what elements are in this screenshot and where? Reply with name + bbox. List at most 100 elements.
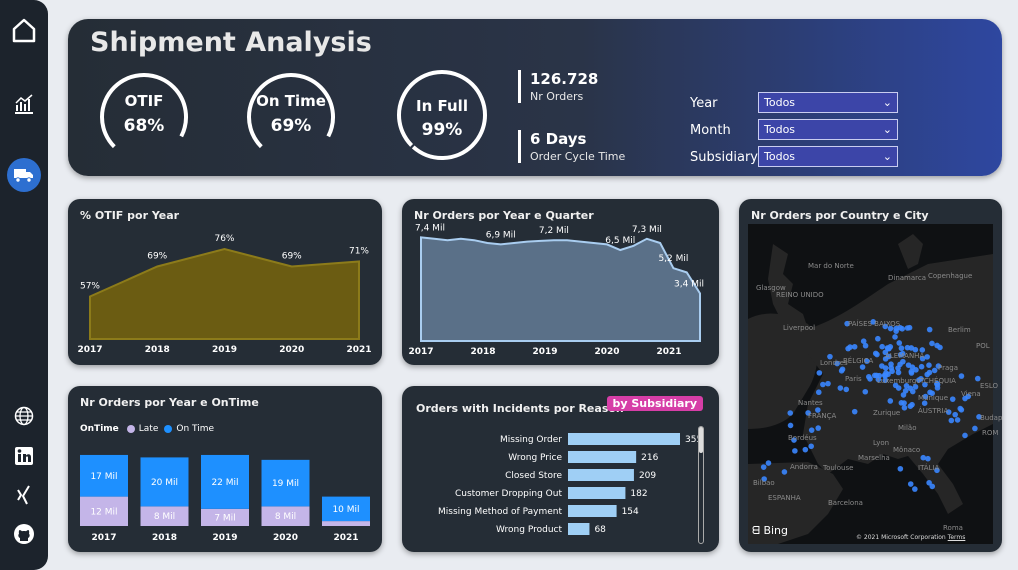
orders-quarter-data-label: 6,5 Mil	[605, 236, 635, 246]
bar-late-label: 8 Mil	[154, 512, 175, 522]
incident-bar	[568, 505, 617, 517]
otif-data-label: 71%	[349, 247, 369, 257]
map-label: Bordéus	[788, 434, 817, 442]
otif-area	[89, 247, 360, 340]
github-icon[interactable]	[8, 518, 40, 550]
truck-icon[interactable]	[7, 158, 41, 192]
home-icon[interactable]	[8, 14, 40, 46]
map-label: POL	[976, 342, 990, 350]
incident-reason-label: Missing Order	[500, 435, 562, 445]
incident-reason-label: Wrong Price	[508, 453, 562, 463]
map-label: Liverpool	[783, 324, 816, 332]
orders-ontime-chart: 12 Mil 17 Mil 2017 8 Mil 20 Mil 2018 7 Mil 22 M…	[80, 454, 370, 543]
orders-quarter-card: Nr Orders por Year e Quarter 7,4 Mil 6,9 …	[402, 199, 719, 365]
map-label: TCHÉQUIA	[920, 377, 956, 385]
orders-quarter-data-label: 3,4 Mil	[674, 279, 704, 289]
map-label: Praga	[938, 364, 958, 372]
side-nav	[0, 0, 48, 570]
otif-x-tick: 2017	[77, 345, 102, 355]
kpi-infull-gauge	[397, 70, 487, 160]
chart-icon[interactable]	[8, 88, 40, 120]
bar-late-label: 7 Mil	[214, 513, 235, 523]
chevron-down-icon: ⌄	[882, 150, 892, 163]
map-label: FRANÇA	[808, 412, 837, 420]
map-label: Budapeste	[980, 414, 1002, 422]
incident-reason-label: Customer Dropping Out	[455, 489, 563, 499]
filter-subsidiary-select[interactable]: Todos ⌄	[758, 146, 898, 167]
stat-nr-orders: 126.728 Nr Orders	[518, 70, 598, 103]
page-title: Shipment Analysis	[90, 27, 372, 58]
otif-x-tick: 2019	[212, 345, 237, 355]
map-title: Nr Orders por Country e City	[751, 209, 929, 222]
bing-logo: ᗺ Bing	[752, 524, 789, 537]
map-label: Andorra	[790, 463, 818, 471]
orders-quarter-data-label: 5,2 Mil	[658, 254, 688, 264]
incidents-scrollbar[interactable]	[698, 426, 704, 544]
map-card: Nr Orders por Country e City Mar do Nort…	[739, 199, 1002, 552]
kpi-infull-value: 99%	[421, 120, 463, 140]
incident-value-label: 154	[622, 507, 639, 517]
otif-year-chart: 57% 2017 69% 2018 76% 2019 69% 2020 71% 2021	[77, 234, 371, 355]
incident-reason-label: Closed Store	[505, 471, 562, 481]
orders-quarter-x-tick: 2019	[532, 347, 557, 357]
map-label: Copenhague	[928, 272, 973, 280]
orders-quarter-data-label: 7,3 Mil	[632, 225, 662, 235]
map-label: Bilbao	[753, 479, 775, 487]
xing-icon[interactable]	[8, 479, 40, 511]
otif-x-tick: 2020	[279, 345, 304, 355]
header-panel: Shipment Analysis OTIF 68% On Time 69% I…	[68, 19, 1002, 176]
map-label: ROM	[982, 429, 999, 437]
map-label: Mônaco	[893, 446, 921, 454]
otif-x-tick: 2021	[346, 345, 371, 355]
incident-bar	[568, 451, 637, 463]
filter-month-value: Todos	[764, 123, 796, 136]
bar-ontime-label: 19 Mil	[272, 479, 299, 489]
map-label: Mar do Norte	[808, 262, 854, 270]
stat-nr-orders-label: Nr Orders	[530, 90, 584, 103]
otif-data-label: 69%	[282, 252, 302, 262]
bar-ontime-label: 20 Mil	[151, 478, 178, 488]
orders-ontime-card: Nr Orders por Year e OnTime OnTime Late …	[68, 386, 382, 552]
kpi-infull-label: In Full	[416, 97, 468, 115]
incident-bar	[568, 433, 680, 445]
orders-quarter-area	[420, 236, 701, 342]
map-label: Toulouse	[823, 464, 854, 472]
map-label: ALEMANHA	[885, 352, 925, 360]
bar-late-label: 8 Mil	[275, 512, 296, 522]
kpi-infull: In Full 99%	[395, 68, 489, 162]
incident-value-label: 68	[594, 525, 606, 535]
map-label: Luxemburgo	[877, 377, 921, 385]
copyright-text: © 2021 Microsoft Corporation	[856, 534, 946, 541]
filter-year-select[interactable]: Todos ⌄	[758, 92, 898, 113]
globe-icon[interactable]	[8, 400, 40, 432]
stat-nr-orders-value: 126.728	[530, 70, 599, 88]
incident-bar	[568, 469, 634, 481]
ontime-x-tick: 2021	[333, 533, 358, 543]
ontime-x-tick: 2017	[91, 533, 116, 543]
otif-data-label: 76%	[214, 234, 234, 244]
linkedin-icon[interactable]	[8, 440, 40, 472]
filter-month-select[interactable]: Todos ⌄	[758, 119, 898, 140]
orders-quarter-x-tick: 2020	[594, 347, 619, 357]
map-label: Glasgow	[756, 284, 786, 292]
orders-quarter-data-label: 6,9 Mil	[486, 230, 516, 240]
ontime-x-tick: 2018	[152, 533, 177, 543]
incident-reason-label: Missing Method of Payment	[438, 507, 562, 517]
map-label: Londres	[820, 359, 848, 367]
bar-ontime-label: 10 Mil	[332, 505, 359, 515]
incident-bar	[568, 487, 626, 499]
terms-link[interactable]: Terms	[948, 534, 966, 541]
bar-ontime-label: 22 Mil	[211, 478, 238, 488]
orders-quarter-x-tick: 2021	[656, 347, 681, 357]
map-label: REINO UNIDO	[776, 291, 824, 299]
incidents-chart: Missing Order 355Wrong Price 216Closed Sto…	[438, 433, 702, 535]
map-label: Viena	[961, 390, 981, 398]
otif-data-label: 57%	[80, 282, 100, 292]
incident-value-label: 209	[639, 471, 656, 481]
map-label: Paris	[845, 375, 862, 383]
map-label: ESPANHA	[768, 494, 801, 502]
map-label: ITÁLIA	[918, 464, 940, 472]
bar-late	[322, 521, 370, 526]
kpi-otif-label: OTIF	[124, 92, 164, 110]
map-label: Marselha	[858, 454, 890, 462]
